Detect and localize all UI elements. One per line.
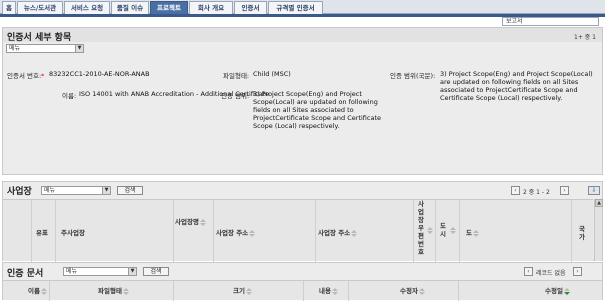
documents-no-records: 레코드 없음 [536, 270, 566, 277]
col-type[interactable]: 유표 [36, 227, 48, 237]
column-divider [303, 281, 304, 301]
sort-icon[interactable] [351, 230, 358, 237]
col-doc-modified-by[interactable]: 수정자 [400, 285, 426, 295]
documents-menu-select[interactable]: 메뉴 ▼ [63, 267, 137, 276]
scroll-up-icon[interactable]: ▲ [595, 199, 603, 207]
sort-icon[interactable] [41, 288, 48, 295]
col-doc-modified-date[interactable]: 수정일 [545, 285, 571, 295]
next-page-icon[interactable]: › [560, 186, 569, 195]
certificate-record-count: 1+ 중 1 [574, 34, 596, 41]
col-doc-content[interactable]: 내용 [319, 285, 339, 295]
certificate-name-label: 이름: [62, 92, 77, 100]
column-divider [173, 200, 174, 262]
col-site-name[interactable]: 사업장명 [175, 218, 211, 227]
col-city[interactable]: 도시 [439, 222, 447, 238]
column-divider [55, 200, 56, 262]
sites-panel: 사업장 메뉴 ▼ 검색 ‹ 2 중 1 - 2 › ⇩ 유표 주사업장 사업장명… [2, 181, 603, 262]
chevron-down-icon: ▼ [102, 187, 110, 194]
sort-icon[interactable] [200, 219, 207, 226]
next-page-icon[interactable]: › [573, 267, 582, 276]
sites-scrollbar[interactable]: ▲ [594, 199, 603, 261]
sort-icon[interactable] [419, 288, 426, 295]
column-divider [459, 200, 460, 262]
cert-number-value: 83232CC1-2010-AE-NOR-ANAB [49, 70, 150, 78]
sort-icon[interactable] [450, 227, 457, 234]
sort-icon[interactable] [473, 230, 480, 237]
column-divider [49, 281, 50, 301]
col-province[interactable]: 도 [466, 227, 480, 237]
column-divider [348, 281, 349, 301]
file-type-label: 파일형태: [223, 72, 250, 80]
column-divider [213, 200, 214, 262]
col-postal-code[interactable]: 사업장우편번호 [417, 200, 425, 256]
certificate-menu-select[interactable]: 메뉴 ▼ [6, 44, 84, 53]
scope-value: 3) Project Scope(Eng) and Project Scope(… [253, 90, 381, 130]
sort-icon[interactable] [246, 288, 253, 295]
documents-title: 인증 문서 [7, 269, 44, 279]
sort-icon[interactable] [332, 288, 339, 295]
tab-company-overview[interactable]: 회사 개요 [189, 1, 233, 14]
sites-grid-header: 유표 주사업장 사업장명 사업장 주소 사업장 주소 사업장우편번호 도시 도 … [3, 199, 593, 262]
prev-page-icon[interactable]: ‹ [524, 267, 533, 276]
tab-service-request[interactable]: 서비스 요청 [64, 1, 110, 14]
tab-certificates-by-standard[interactable]: 규격별 인증서 [268, 1, 323, 14]
export-icon[interactable]: ⇩ [588, 186, 600, 195]
scope-label: 인증 범위: [221, 92, 250, 100]
file-type-value: Child (MSC) [253, 70, 291, 78]
sort-icon[interactable] [123, 288, 130, 295]
col-main-site[interactable]: 주사업장 [61, 227, 85, 237]
chevron-down-icon: ▼ [75, 45, 83, 52]
documents-grid-header: 이름 파일형태 크기 내용 수정자 수정일 [3, 280, 602, 301]
column-divider [413, 200, 414, 262]
column-divider [435, 200, 436, 262]
certificate-details-header: 인증서 세부 항목 1+ 중 1 [3, 28, 602, 43]
column-divider [31, 200, 32, 262]
certificate-details-title: 인증서 세부 항목 [7, 33, 72, 43]
sites-search-button[interactable]: 검색 [117, 186, 143, 195]
scope-local-label: 인증 범위(국문): [390, 72, 436, 80]
scope-local-value: 3) Project Scope(Eng) and Project Scope(… [440, 70, 593, 102]
documents-panel: 인증 문서 메뉴 ▼ 검색 ‹ 레코드 없음 › 이름 파일형태 크기 내용 수… [2, 262, 603, 301]
tab-certificates[interactable]: 인증서 [234, 1, 267, 14]
tab-news-library[interactable]: 뉴스/도서관 [17, 1, 63, 14]
sites-pager: 2 중 1 - 2 [523, 189, 550, 196]
column-divider [173, 281, 174, 301]
col-doc-size[interactable]: 크기 [233, 285, 253, 295]
sort-icon[interactable] [249, 230, 256, 237]
tab-quality-issue[interactable]: 품질 이슈 [111, 1, 149, 14]
chevron-down-icon: ▼ [128, 268, 136, 275]
sites-title: 사업장 [7, 187, 32, 197]
tab-home[interactable]: 홈 [2, 1, 16, 14]
sites-menu-select[interactable]: 메뉴 ▼ [41, 186, 111, 195]
report-search-input[interactable]: 보고서 [502, 17, 599, 26]
cert-number-label: 인증서 번호:* [7, 72, 45, 80]
column-divider [571, 200, 572, 262]
col-site-address-local[interactable]: 사업장 주소 [318, 227, 358, 237]
column-divider [458, 281, 459, 301]
top-nav-bar: 홈 뉴스/도서관 서비스 요청 품질 이슈 프로젝트 회사 개요 인증서 규격별… [0, 0, 605, 14]
sort-desc-icon[interactable] [564, 288, 571, 295]
col-doc-name[interactable]: 이름 [28, 285, 48, 295]
tab-project[interactable]: 프로젝트 [150, 1, 188, 14]
column-divider [315, 200, 316, 262]
documents-search-button[interactable]: 검색 [143, 267, 169, 276]
sort-icon[interactable] [427, 227, 434, 234]
col-doc-file-type[interactable]: 파일형태 [98, 285, 130, 295]
prev-page-icon[interactable]: ‹ [511, 186, 520, 195]
certificate-details-panel: 인증서 세부 항목 1+ 중 1 메뉴 ▼ 인증서 번호:* 83232CC1-… [2, 27, 603, 175]
col-site-address[interactable]: 사업장 주소 [216, 227, 256, 237]
col-country[interactable]: 국가 [578, 225, 586, 241]
